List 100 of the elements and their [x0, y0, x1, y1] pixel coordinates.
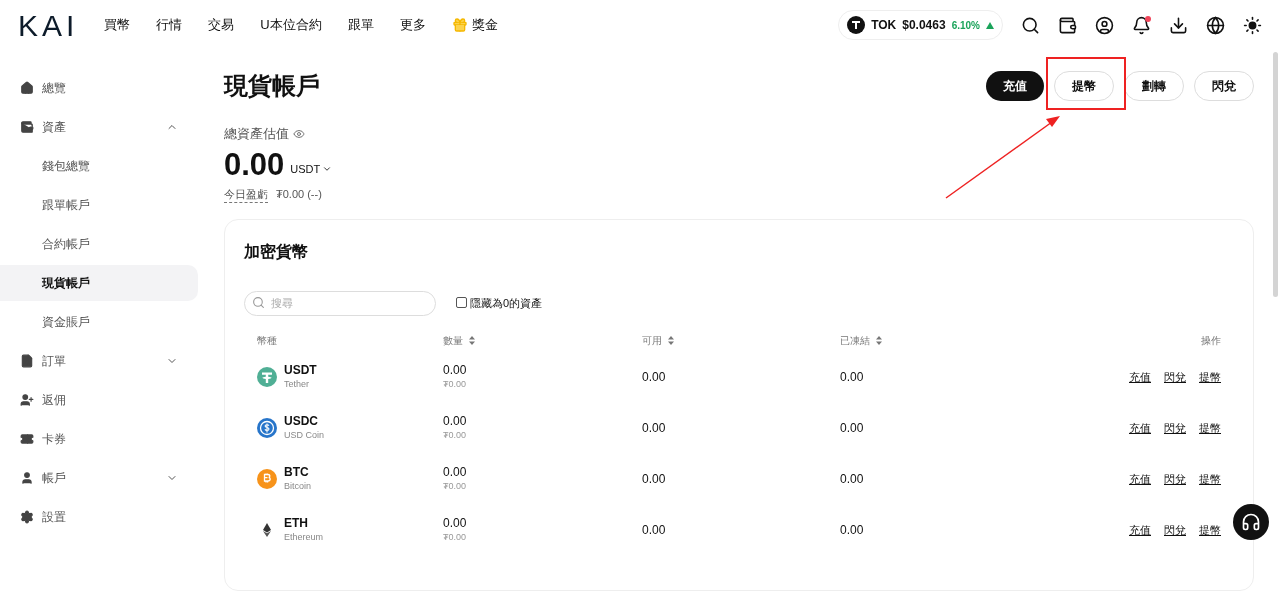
nav-link[interactable]: 更多: [399, 15, 426, 35]
column-header[interactable]: 可用: [642, 333, 840, 348]
amount-cell-text: 0.00: [443, 515, 468, 532]
action-link[interactable]: 提幣: [1199, 419, 1221, 437]
nav-link[interactable]: 交易: [208, 15, 235, 35]
action-link[interactable]: 提幣: [1199, 521, 1221, 539]
token-logo-icon: [847, 16, 866, 34]
action-button[interactable]: 閃兌: [1194, 71, 1254, 101]
card-title: 加密貨幣: [244, 242, 309, 262]
coin-symbol: USDT: [284, 362, 317, 379]
scrollbar-thumb[interactable]: [1273, 52, 1278, 297]
coin-name: Tether: [284, 378, 310, 392]
download-icon[interactable]: [1169, 15, 1188, 35]
document-icon: [20, 353, 34, 368]
nav-link[interactable]: 獎金: [451, 15, 498, 35]
action-link[interactable]: 充值: [1129, 470, 1151, 488]
sidebar-item[interactable]: 帳戶: [0, 458, 198, 497]
sort-icon: [668, 336, 674, 345]
pnl-value: ₮0.00 (--): [276, 187, 322, 202]
sidebar-item[interactable]: 訂單: [0, 341, 198, 380]
amount-fiat: ₮0.00: [443, 480, 467, 494]
nav-link[interactable]: 買幣: [104, 15, 131, 35]
available-cell-text: 0.00: [642, 471, 667, 488]
available-cell-text: 0.00: [642, 522, 667, 539]
page-title: 現貨帳戶: [224, 71, 320, 101]
pnl-label[interactable]: 今日盈虧: [224, 185, 268, 203]
sidebar-subitem[interactable]: 跟單帳戶: [0, 186, 198, 223]
action-link[interactable]: 提幣: [1199, 470, 1221, 488]
amount-fiat: ₮0.00: [443, 429, 467, 443]
frozen-cell-text: 0.00: [840, 420, 865, 437]
sort-icon: [469, 336, 475, 345]
nav-link[interactable]: 跟單: [347, 15, 374, 35]
coin-name: Ethereum: [284, 531, 324, 545]
sidebar-item[interactable]: 資產: [0, 107, 198, 146]
sidebar-item[interactable]: 設置: [0, 497, 198, 536]
user-plus-icon: [20, 392, 34, 407]
tether-logo-icon: [257, 367, 277, 387]
coin-symbol: BTC: [284, 464, 310, 481]
search-field[interactable]: 搜尋: [244, 290, 436, 316]
action-link[interactable]: 充值: [1129, 419, 1151, 437]
sidebar-subitem[interactable]: 錢包總覽: [0, 147, 198, 184]
amount-cell-text: 0.00: [443, 464, 468, 481]
settings-icon: [20, 509, 34, 524]
coin-symbol: USDC: [284, 413, 319, 430]
logo[interactable]: KAI: [18, 2, 79, 48]
sidebar-item[interactable]: 卡券: [0, 419, 198, 458]
ticker-price: $0.0463: [902, 17, 946, 34]
sidebar-item[interactable]: 總覽: [0, 68, 198, 107]
ticker-change: 6.10%: [951, 18, 980, 33]
nav-link[interactable]: 行情: [156, 15, 183, 35]
coin-symbol: ETH: [284, 515, 309, 532]
notification-icon[interactable]: [1132, 15, 1151, 35]
balance-label: 總資產估值: [224, 125, 289, 143]
user-icon: [20, 470, 34, 485]
action-link[interactable]: 閃兌: [1164, 419, 1186, 437]
action-link[interactable]: 閃兌: [1164, 368, 1186, 386]
sidebar-subitem[interactable]: 現貨帳戶: [0, 264, 198, 301]
action-link[interactable]: 閃兌: [1164, 470, 1186, 488]
sidebar-subitem[interactable]: 資金賬戶: [0, 303, 198, 340]
sort-icon: [876, 336, 882, 345]
column-header: 操作: [1200, 334, 1221, 348]
wallet-icon: [20, 119, 34, 134]
globe-icon[interactable]: [1206, 15, 1225, 35]
coin-name: USD Coin: [284, 429, 324, 443]
search-icon[interactable]: [1021, 15, 1040, 35]
sidebar-subitem[interactable]: 合約帳戶: [0, 225, 198, 262]
nav-link[interactable]: U本位合約: [260, 15, 322, 35]
action-link[interactable]: 充值: [1129, 368, 1151, 386]
balance-value: 0.00: [224, 145, 285, 184]
action-link[interactable]: 閃兌: [1164, 521, 1186, 539]
profile-icon[interactable]: [1095, 15, 1114, 35]
hide-zero-checkbox[interactable]: 隱藏為0的資產: [456, 294, 543, 311]
home-icon: [20, 80, 34, 95]
wallet-icon[interactable]: [1058, 15, 1077, 35]
eye-icon[interactable]: [293, 127, 305, 140]
sidebar-item[interactable]: 返佣: [0, 380, 198, 419]
action-button[interactable]: 劃轉: [1124, 71, 1184, 101]
column-header[interactable]: 已凍結: [840, 333, 1101, 348]
column-header[interactable]: 數量: [443, 333, 642, 348]
up-triangle-icon: [986, 21, 994, 29]
frozen-cell-text: 0.00: [840, 471, 865, 488]
amount-fiat: ₮0.00: [443, 378, 467, 392]
sun-icon[interactable]: [1243, 15, 1262, 35]
ticket-icon: [20, 431, 34, 446]
usdc-logo-icon: [257, 418, 277, 438]
action-link[interactable]: 提幣: [1199, 368, 1221, 386]
available-cell-text: 0.00: [642, 369, 667, 386]
action-button[interactable]: 充值: [986, 71, 1044, 101]
column-header: 幣種: [257, 334, 278, 348]
ticker-symbol: TOK: [871, 17, 897, 34]
amount-fiat: ₮0.00: [443, 531, 467, 545]
action-link[interactable]: 充值: [1129, 521, 1151, 539]
action-button[interactable]: 提幣: [1054, 71, 1114, 101]
amount-cell-text: 0.00: [443, 362, 468, 379]
gift-icon: [451, 17, 468, 33]
currency-select[interactable]: USDT: [290, 161, 333, 178]
headset-icon: [1241, 512, 1261, 532]
search-icon: [252, 296, 265, 309]
frozen-cell-text: 0.00: [840, 522, 865, 539]
support-button[interactable]: [1233, 504, 1269, 540]
